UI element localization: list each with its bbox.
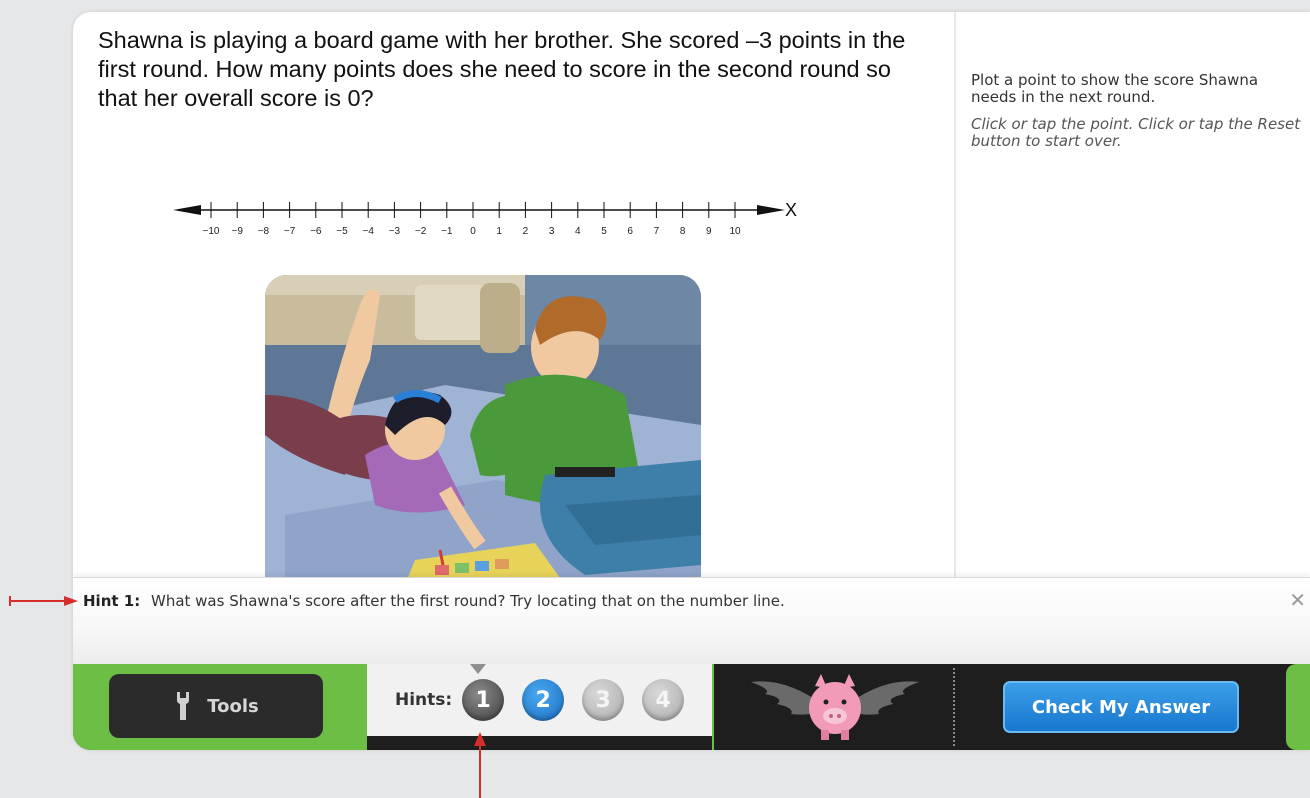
hint-panel: Hint 1: What was Shawna's score after th… xyxy=(73,577,1310,664)
hint-button-3: 3 xyxy=(582,679,625,721)
hint-button-1[interactable]: 1 xyxy=(462,679,505,721)
close-icon[interactable]: ✕ xyxy=(1289,588,1306,612)
tick-label: 6 xyxy=(627,226,633,237)
number-line-left-arrow xyxy=(173,205,201,215)
tick-label: −6 xyxy=(310,226,322,237)
tick-label: −9 xyxy=(231,226,243,237)
hint-text-row: Hint 1: What was Shawna's score after th… xyxy=(83,592,785,610)
tools-label: Tools xyxy=(207,695,259,717)
annotation-arrow-up xyxy=(474,732,486,798)
green-strip-right xyxy=(1286,664,1310,750)
number-line[interactable]: −10 −9 −8 −7 −6 −5 −4 −3 −2 −1 0 1 2 3 4 5 6 7 8 9 10 X xyxy=(173,192,813,242)
tick-label: 4 xyxy=(575,226,581,237)
question-text: Shawna is playing a board game with her … xyxy=(98,27,906,111)
hints-panel: Hints: 1 2 3 4 xyxy=(367,664,712,736)
winged-pig-icon xyxy=(751,674,919,740)
tick-label: −7 xyxy=(284,226,296,237)
number-line-ticks: −10 −9 −8 −7 −6 −5 −4 −3 −2 −1 0 1 2 3 4 5 6 7 8 9 10 xyxy=(203,202,741,237)
check-answer-button[interactable]: Check My Answer xyxy=(1003,681,1239,733)
tick-label: −4 xyxy=(362,226,374,237)
tick-label: 10 xyxy=(729,226,741,237)
illustration-image xyxy=(265,275,701,585)
instructions-note: Click or tap the point. Click or tap the… xyxy=(971,115,1301,150)
green-strip-sep xyxy=(712,664,714,750)
tick-label: −3 xyxy=(389,226,401,237)
tick-label: 3 xyxy=(549,226,555,237)
tick-label: −1 xyxy=(441,226,453,237)
tick-label: 5 xyxy=(601,226,607,237)
tick-label: −5 xyxy=(336,226,348,237)
bottom-toolbar: Tools Hints: 1 2 3 4 Check My Answer xyxy=(73,664,1310,750)
tick-label: −10 xyxy=(203,226,220,237)
instructions-main: Plot a point to show the score Shawna ne… xyxy=(971,71,1259,106)
tick-label: 2 xyxy=(523,226,529,237)
tick-label: 9 xyxy=(706,226,712,237)
hint-body: What was Shawna's score after the first … xyxy=(150,592,785,610)
hint-label: Hint 1: xyxy=(83,592,141,610)
number-line-right-arrow xyxy=(757,205,785,215)
wrench-icon xyxy=(177,692,190,720)
annotation-arrow-right xyxy=(9,596,78,606)
tick-label: 8 xyxy=(680,226,686,237)
problem-card: Shawna is playing a board game with her … xyxy=(73,12,1310,750)
hint-button-4: 4 xyxy=(642,679,685,721)
tick-label: −8 xyxy=(258,226,270,237)
hints-label: Hints: xyxy=(395,690,453,710)
tick-label: −2 xyxy=(415,226,427,237)
tick-label: 1 xyxy=(496,226,502,237)
tick-label: 0 xyxy=(470,226,476,237)
hint-button-2[interactable]: 2 xyxy=(522,679,565,721)
tick-label: 7 xyxy=(654,226,660,237)
toolbar-separator xyxy=(953,668,955,746)
panel-divider xyxy=(954,12,956,578)
tools-button[interactable]: Tools xyxy=(109,674,323,738)
hint-pointer xyxy=(470,664,486,674)
instructions-panel: Plot a point to show the score Shawna ne… xyxy=(971,72,1306,150)
axis-label: X xyxy=(785,200,797,220)
